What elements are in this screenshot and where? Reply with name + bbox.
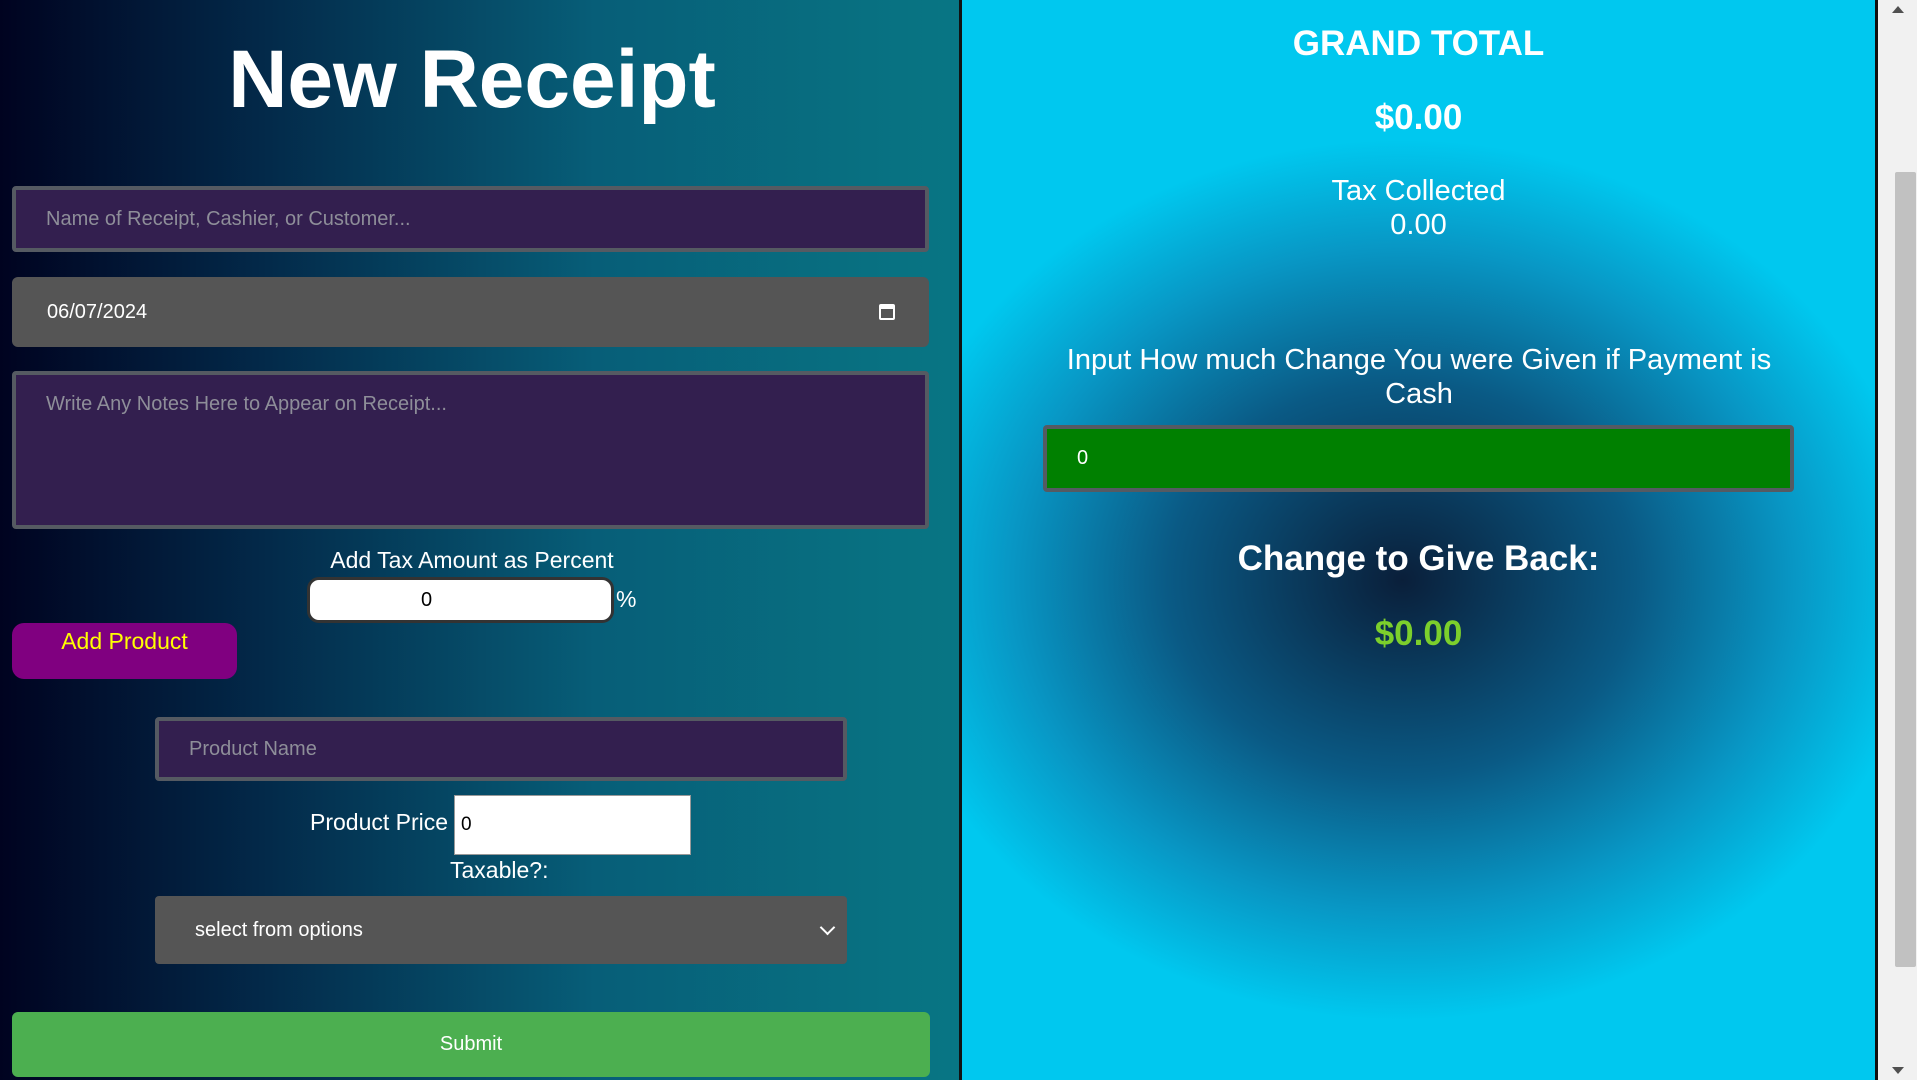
grand-total-value: $0.00 xyxy=(1374,98,1463,137)
tax-collected-label: Tax Collected xyxy=(1331,175,1506,207)
taxable-select[interactable]: select from options xyxy=(155,896,847,964)
product-price-input[interactable] xyxy=(454,795,691,855)
tax-percent-input[interactable] xyxy=(307,577,614,623)
submit-button[interactable]: Submit xyxy=(12,1012,930,1077)
tax-percent-label: Add Tax Amount as Percent xyxy=(330,547,614,573)
scrollbar-thumb[interactable] xyxy=(1895,172,1916,967)
summary-panel: GRAND TOTAL $0.00 Tax Collected 0.00 Inp… xyxy=(962,0,1875,1080)
date-value: 06/07/2024 xyxy=(47,300,148,323)
change-back-value: $0.00 xyxy=(1374,614,1463,653)
vertical-scrollbar[interactable] xyxy=(1878,0,1917,1080)
taxable-select-value: select from options xyxy=(195,918,363,941)
change-prompt: Input How much Change You were Given if … xyxy=(1066,344,1772,410)
change-given-input[interactable]: 0 xyxy=(1043,425,1794,492)
receipt-form-panel: New Receipt 06/07/2024 Add Tax Amount as… xyxy=(0,0,960,1080)
product-price-label: Product Price xyxy=(310,809,449,835)
tax-collected: Tax Collected 0.00 xyxy=(962,174,1875,242)
change-back-title: Change to Give Back: xyxy=(1237,539,1600,578)
add-product-button[interactable]: Add Product xyxy=(12,623,237,679)
receipt-name-input[interactable] xyxy=(12,186,929,252)
taxable-label: Taxable?: xyxy=(450,857,549,883)
date-input[interactable]: 06/07/2024 xyxy=(12,277,929,347)
grand-total-title: GRAND TOTAL xyxy=(1292,24,1545,63)
chevron-down-icon xyxy=(819,919,836,935)
calendar-icon[interactable] xyxy=(879,304,895,320)
scroll-up-arrow-icon[interactable] xyxy=(1892,6,1904,13)
page-title: New Receipt xyxy=(228,34,716,125)
notes-textarea[interactable] xyxy=(12,371,929,529)
tax-collected-value: 0.00 xyxy=(1390,209,1447,241)
product-name-input[interactable] xyxy=(155,717,847,781)
scroll-down-arrow-icon[interactable] xyxy=(1892,1067,1904,1074)
percent-sign: % xyxy=(616,586,637,612)
